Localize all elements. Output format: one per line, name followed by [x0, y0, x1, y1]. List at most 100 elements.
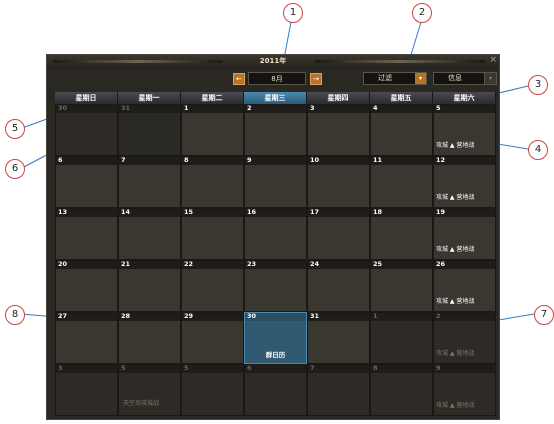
day-cell[interactable]: 1	[181, 104, 244, 156]
day-number-bar: 1	[182, 104, 243, 113]
day-number: 18	[373, 208, 383, 216]
day-cell[interactable]: 2 攻城 ▲ 营地战	[433, 312, 496, 364]
day-cell[interactable]: 19 攻城 ▲ 营地战	[433, 208, 496, 260]
callout-marker: 5	[5, 119, 25, 139]
year-label: 2011年	[259, 57, 287, 65]
day-cell[interactable]: 18	[370, 208, 433, 260]
weekday-header-cell: 星期日	[55, 92, 118, 104]
day-number: 29	[184, 312, 194, 320]
day-cell[interactable]: 24	[307, 260, 370, 312]
day-number-bar: 5	[119, 364, 180, 373]
day-cell[interactable]: 12 攻城 ▲ 营地战	[433, 156, 496, 208]
weekday-header-cell: 星期四	[307, 92, 370, 104]
day-cell[interactable]: 9	[244, 156, 307, 208]
day-cell[interactable]: 14	[118, 208, 181, 260]
day-cell[interactable]: 27	[55, 312, 118, 364]
day-number: 17	[310, 208, 320, 216]
day-number-bar: 18	[371, 208, 432, 217]
filter-label: 过滤	[378, 74, 392, 82]
week-row: 6 7 8 9 10 11 12 攻城 ▲ 营地战	[55, 156, 496, 208]
day-number: 10	[310, 156, 320, 164]
event-label[interactable]: 攻城 ▲ 营地战	[436, 348, 474, 357]
day-number: 5	[121, 364, 126, 372]
day-cell[interactable]: 10	[307, 156, 370, 208]
day-cell[interactable]: 22	[181, 260, 244, 312]
day-cell[interactable]: 25	[370, 260, 433, 312]
day-cell[interactable]: 17	[307, 208, 370, 260]
day-number-bar: 9	[434, 364, 495, 373]
day-cell[interactable]: 6	[244, 364, 307, 416]
day-number-bar: 31	[308, 312, 369, 321]
day-cell[interactable]: 31	[307, 312, 370, 364]
weekday-header-cell: 星期六	[433, 92, 496, 104]
day-number-bar: 6	[56, 156, 117, 165]
day-cell[interactable]: 7	[307, 364, 370, 416]
day-number-bar: 8	[371, 364, 432, 373]
day-number-bar: 3	[308, 104, 369, 113]
day-cell[interactable]: 5 攻城 ▲ 营地战	[433, 104, 496, 156]
day-number-bar: 7	[119, 156, 180, 165]
day-cell[interactable]: 11	[370, 156, 433, 208]
day-number: 14	[121, 208, 131, 216]
event-label[interactable]: 攻城 ▲ 营地战	[436, 192, 474, 201]
chevron-down-icon[interactable]: ▾	[484, 73, 496, 84]
day-number: 24	[310, 260, 320, 268]
event-label[interactable]: 攻城 ▲ 营地战	[436, 400, 474, 409]
day-cell[interactable]: 26 攻城 ▲ 营地战	[433, 260, 496, 312]
event-label[interactable]: 攻城 ▲ 营地战	[436, 244, 474, 253]
week-row: 27 28 29 30 群日历 31 1 2 攻城 ▲ 营地战	[55, 312, 496, 364]
day-cell[interactable]: 16	[244, 208, 307, 260]
day-cell[interactable]: 30	[55, 104, 118, 156]
day-number: 15	[184, 208, 194, 216]
day-number: 3	[310, 104, 315, 112]
calendar-event-label[interactable]: 群日历	[245, 349, 306, 359]
day-number: 8	[184, 156, 189, 164]
day-number: 19	[436, 208, 446, 216]
day-number: 5	[436, 104, 441, 112]
day-cell[interactable]: 8	[181, 156, 244, 208]
day-cell[interactable]: 2	[244, 104, 307, 156]
day-cell[interactable]: 29	[181, 312, 244, 364]
day-number-bar: 30	[245, 312, 306, 321]
day-cell[interactable]: 15	[181, 208, 244, 260]
day-number: 2	[247, 104, 252, 112]
close-icon[interactable]: ×	[489, 55, 497, 65]
day-cell[interactable]: 6	[55, 156, 118, 208]
day-cell[interactable]: 5 天空岛攻城战	[118, 364, 181, 416]
day-cell[interactable]: 8	[370, 364, 433, 416]
callout-marker: 6	[5, 159, 25, 179]
day-number-bar: 20	[56, 260, 117, 269]
day-cell[interactable]: 7	[118, 156, 181, 208]
event-label[interactable]: 攻城 ▲ 营地战	[436, 140, 474, 149]
day-cell[interactable]: 5	[181, 364, 244, 416]
day-cell[interactable]: 9 攻城 ▲ 营地战	[433, 364, 496, 416]
next-month-button[interactable]: →	[310, 73, 322, 85]
day-number: 1	[184, 104, 189, 112]
info-dropdown[interactable]: 信息 ▾	[433, 72, 497, 85]
prev-month-button[interactable]: ←	[233, 73, 245, 85]
day-number: 8	[373, 364, 378, 372]
day-cell[interactable]: 23	[244, 260, 307, 312]
day-cell[interactable]: 3	[55, 364, 118, 416]
day-number-bar: 3	[56, 364, 117, 373]
day-cell[interactable]: 28	[118, 312, 181, 364]
event-label[interactable]: 攻城 ▲ 营地战	[436, 296, 474, 305]
day-cell[interactable]: 1	[370, 312, 433, 364]
day-cell[interactable]: 4	[370, 104, 433, 156]
day-cell-today[interactable]: 30 群日历	[244, 312, 307, 364]
chevron-down-icon[interactable]: ▾	[415, 73, 426, 84]
callout-marker: 7	[534, 305, 554, 325]
day-cell[interactable]: 20	[55, 260, 118, 312]
day-number: 9	[436, 364, 441, 372]
day-number-bar: 9	[245, 156, 306, 165]
day-cell[interactable]: 13	[55, 208, 118, 260]
day-number-bar: 12	[434, 156, 495, 165]
day-cell[interactable]: 31	[118, 104, 181, 156]
day-number-bar: 16	[245, 208, 306, 217]
month-field: 8月	[248, 72, 306, 85]
filter-dropdown[interactable]: 过滤 ▾	[363, 72, 427, 85]
day-cell[interactable]: 3	[307, 104, 370, 156]
weekday-header-cell: 星期一	[118, 92, 181, 104]
day-cell[interactable]: 21	[118, 260, 181, 312]
event-label[interactable]: 天空岛攻城战	[123, 398, 159, 407]
